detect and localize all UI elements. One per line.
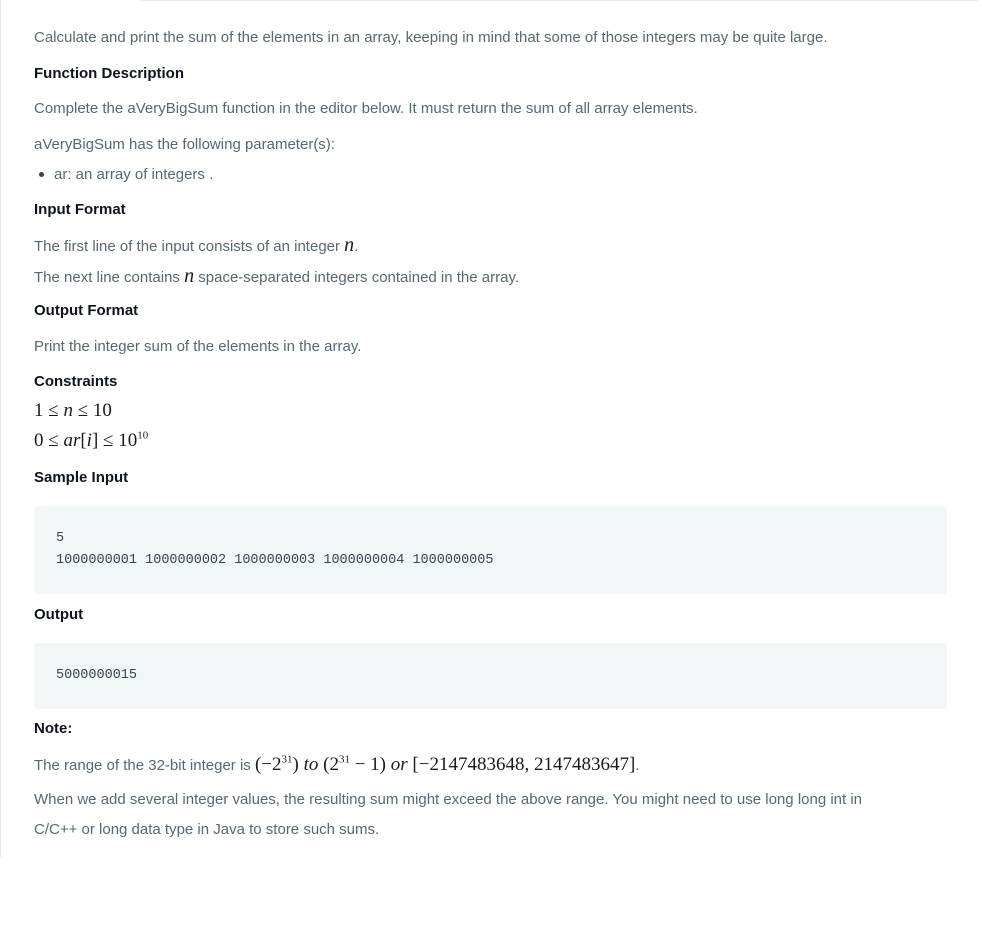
param-list-item: ar: an array of integers . <box>34 165 213 185</box>
constraint-ar: 0 ≤ ar[i] ≤ 1010 <box>34 429 149 451</box>
output-format-text: Print the integer sum of the elements in… <box>34 338 362 355</box>
input-format-line1: The first line of the input consists of … <box>34 234 359 256</box>
sample-input-line1: 5 <box>56 531 65 546</box>
left-divider <box>0 0 1 857</box>
note-range-line: The range of the 32-bit integer is (−231… <box>34 753 640 775</box>
range-math: (−231) to (231 − 1) or [−2147483648, 214… <box>254 753 636 775</box>
input-format-heading: Input Format <box>34 201 126 218</box>
param-text: ar: an array of integers . <box>54 166 214 183</box>
output-codeblock: 5000000015 <box>34 643 947 709</box>
function-description-heading: Function Description <box>34 65 184 82</box>
output-format-heading: Output Format <box>34 302 139 319</box>
input-format-line2: The next line contains n space-separated… <box>34 265 520 287</box>
sample-input-line2: 1000000001 1000000002 1000000003 1000000… <box>56 553 494 568</box>
constraint-n: 1 ≤ n ≤ 10 <box>34 400 112 421</box>
top-divider <box>140 0 978 1</box>
intro-text: Calculate and print the sum of the eleme… <box>34 29 828 46</box>
note-line3: C/C++ or long data type in Java to store… <box>34 821 380 838</box>
sample-input-heading: Sample Input <box>34 469 129 486</box>
output-heading: Output <box>34 606 84 623</box>
output-value: 5000000015 <box>56 668 138 683</box>
note-line2: When we add several integer values, the … <box>34 791 863 808</box>
params-intro: aVeryBigSum has the following parameter(… <box>34 136 335 153</box>
function-description-text: Complete the aVeryBigSum function in the… <box>34 100 698 117</box>
note-heading: Note: <box>34 720 73 737</box>
bullet-icon <box>39 171 44 177</box>
sample-input-codeblock: 5 1000000001 1000000002 1000000003 10000… <box>34 506 947 594</box>
constraints-heading: Constraints <box>34 373 118 390</box>
